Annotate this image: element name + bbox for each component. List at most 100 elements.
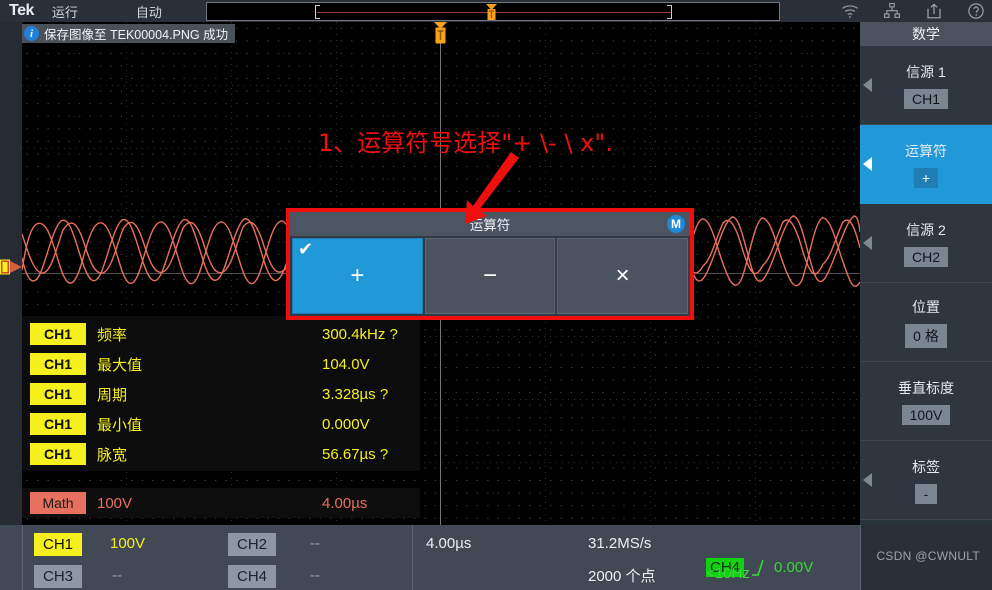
measurement-source-chip: CH1 — [30, 323, 86, 345]
sample-rate-value: 31.2MS/s — [588, 535, 652, 552]
bottom-status-bar: CH1 100V CH2 -- CH3 -- CH4 -- 4.00µs 31.… — [0, 525, 992, 590]
math-readout-bar[interactable]: Math 100V 4.00µs — [22, 488, 420, 518]
status-channel-ch4-value: -- — [310, 567, 320, 590]
measurement-source-chip: CH1 — [30, 383, 86, 405]
measurement-row[interactable]: CH1 最大值 104.0V — [22, 349, 420, 379]
export-icon[interactable] — [924, 2, 944, 20]
status-channel-ch3[interactable]: CH3 — [34, 565, 82, 590]
channel-value-ch4: -- — [310, 567, 320, 584]
channel-value-ch1: 100V — [110, 535, 146, 552]
status-divider — [412, 525, 413, 590]
sidebar-item-value[interactable]: 100V — [901, 404, 951, 425]
sidebar-item-value[interactable]: + — [913, 167, 939, 188]
math-chip: Math — [30, 492, 86, 514]
sidebar-item-value[interactable]: - — [915, 483, 937, 504]
status-channel-ch3-value: -- — [112, 567, 122, 590]
wifi-icon[interactable] — [840, 2, 860, 20]
status-channel-ch4[interactable]: CH4 — [228, 565, 276, 590]
trigger-level-value: 0.00V — [774, 559, 814, 576]
measurement-value: 300.4kHz ? — [322, 325, 398, 343]
record-length-value: 2000 个点 — [588, 568, 656, 585]
watermark: CSDN @CWNULT — [876, 549, 980, 563]
measurement-label: 频率 — [97, 326, 128, 344]
trigger-overview-bar[interactable] — [206, 2, 780, 21]
run-state-button[interactable]: 运行 — [52, 2, 78, 21]
chevron-left-icon — [863, 157, 872, 171]
measurement-row[interactable]: CH1 频率 300.4kHz ? — [22, 319, 420, 349]
measurement-panel: CH1 频率 300.4kHz ? CH1 最大值 104.0V CH1 周期 … — [22, 316, 420, 471]
channel-chip-ch1[interactable]: CH1 — [34, 533, 82, 556]
measurement-label: 最小值 — [97, 416, 143, 434]
horizontal-scale-value: 4.00µs — [426, 535, 472, 552]
math-badge-icon[interactable]: M — [667, 215, 685, 233]
math-vertical-scale: 100V — [97, 494, 133, 512]
trigger-position-marker-icon[interactable] — [485, 4, 498, 21]
top-icon-group — [840, 0, 986, 22]
operator-option-multiply[interactable]: × — [557, 238, 689, 314]
sidebar-item-value[interactable]: CH2 — [903, 246, 948, 267]
sidebar-item-label: 信源 2 — [906, 221, 946, 238]
math-timebase: 4.00µs — [322, 494, 368, 512]
measurement-value: 3.328µs ? — [322, 385, 389, 403]
chevron-left-icon — [863, 473, 872, 487]
sidebar-item-value[interactable]: CH1 — [903, 88, 948, 109]
oscilloscope-screen: Tek 运行 自动 CH1 频率 300.4kHz ? CH1 最大值 104.… — [0, 0, 992, 590]
trigger-frequency-value: <10Hz — [706, 565, 750, 582]
sidebar-item-source2[interactable]: 信源 2 CH2 — [860, 204, 992, 283]
channel-chip-ch4[interactable]: CH4 — [228, 565, 276, 588]
sidebar-item-position[interactable]: 位置 0 格 — [860, 283, 992, 362]
channel-chip-ch3[interactable]: CH3 — [34, 565, 82, 588]
sidebar-item-vertical-scale[interactable]: 垂直标度 100V — [860, 362, 992, 441]
measurement-value: 0.000V — [322, 415, 370, 433]
sidebar-title: 数学 — [860, 22, 992, 46]
chevron-left-icon — [863, 236, 872, 250]
sidebar-item-label: 信源 1 — [906, 63, 946, 80]
measurement-row[interactable]: CH1 脉宽 56.67µs ? — [22, 439, 420, 469]
measurement-source-chip: CH1 — [30, 353, 86, 375]
sidebar-item-label-setting[interactable]: 标签 - — [860, 441, 992, 520]
tek-logo: Tek — [9, 2, 34, 19]
measurement-label: 最大值 — [97, 356, 143, 374]
status-divider — [22, 525, 23, 590]
annotation-arrow-icon — [465, 152, 519, 224]
rising-edge-icon — [752, 559, 764, 576]
operator-option-add[interactable]: ✔ + — [292, 238, 423, 314]
help-icon[interactable] — [966, 2, 986, 20]
record-length[interactable]: 2000 个点 — [588, 565, 656, 590]
record-bracket-left — [315, 5, 320, 19]
math-channel-handle-icon[interactable] — [0, 258, 24, 276]
channel-value-ch3: -- — [112, 567, 122, 584]
horizontal-delay[interactable]: 0.00000s — [426, 565, 518, 590]
info-icon: i — [24, 26, 39, 41]
record-bracket-right — [667, 5, 672, 19]
math-sidebar: 数学 信源 1 CH1 运算符 + 信源 2 CH2 位置 0 格 垂直标度 1… — [860, 22, 992, 525]
top-toolbar: Tek 运行 自动 — [0, 0, 992, 22]
operator-option-label: × — [615, 262, 630, 289]
operator-option-subtract[interactable]: − — [424, 238, 556, 314]
sidebar-item-label: 标签 — [912, 458, 940, 475]
measurement-source-chip: CH1 — [30, 443, 86, 465]
channel-value-ch2: -- — [310, 535, 320, 552]
status-toast: i 保存图像至 TEK00004.PNG 成功 — [22, 24, 236, 43]
sidebar-item-label: 运算符 — [905, 142, 947, 159]
measurement-row[interactable]: CH1 周期 3.328µs ? — [22, 379, 420, 409]
measurement-label: 脉宽 — [97, 446, 128, 464]
sidebar-item-label: 位置 — [912, 298, 940, 315]
sidebar-item-operator[interactable]: 运算符 + — [860, 125, 992, 204]
check-icon: ✔ — [298, 239, 314, 259]
trigger-frequency: <10Hz — [706, 565, 750, 590]
measurement-value: 104.0V — [322, 355, 370, 373]
measurement-value: 56.67µs ? — [322, 445, 389, 463]
channel-chip-ch2[interactable]: CH2 — [228, 533, 276, 556]
operator-option-label: − — [483, 262, 498, 289]
chevron-left-icon — [863, 78, 872, 92]
measurement-source-chip: CH1 — [30, 413, 86, 435]
operator-option-label: + — [350, 262, 365, 289]
sidebar-item-value[interactable]: 0 格 — [905, 323, 947, 348]
trigger-mode-button[interactable]: 自动 — [136, 2, 162, 21]
sidebar-item-source1[interactable]: 信源 1 CH1 — [860, 46, 992, 125]
dialog-option-list: ✔ + − × — [290, 236, 690, 316]
network-icon[interactable] — [882, 2, 902, 20]
toast-message: 保存图像至 TEK00004.PNG 成功 — [44, 28, 229, 42]
measurement-row[interactable]: CH1 最小值 0.000V — [22, 409, 420, 439]
